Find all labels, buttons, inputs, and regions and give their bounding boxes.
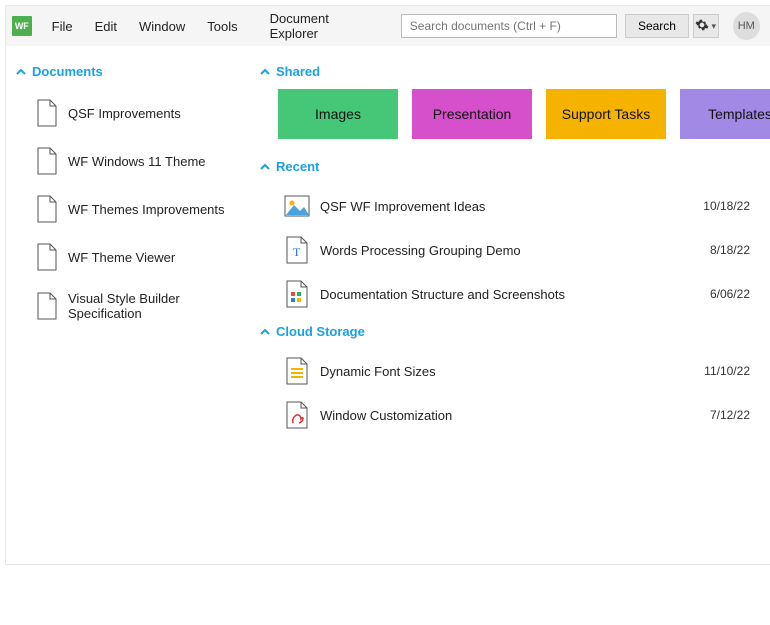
recent-item-name: Words Processing Grouping Demo xyxy=(320,243,700,258)
sidebar-item[interactable]: WF Windows 11 Theme xyxy=(16,137,252,185)
sidebar-item[interactable]: QSF Improvements xyxy=(16,89,252,137)
menubar: WF File Edit Window Tools Document Explo… xyxy=(6,6,770,46)
sidebar-item-label: WF Windows 11 Theme xyxy=(68,154,206,169)
text-file-icon: T xyxy=(284,236,310,264)
cloud-item-date: 11/10/22 xyxy=(704,364,750,378)
sidebar-item-label: Visual Style Builder Specification xyxy=(68,291,246,321)
document-icon xyxy=(36,292,58,320)
section-header-label: Recent xyxy=(276,159,319,174)
sidebar-item-label: QSF Improvements xyxy=(68,106,181,121)
tile-presentation[interactable]: Presentation xyxy=(412,89,532,139)
recent-item-date: 10/18/22 xyxy=(703,199,750,213)
recent-item-name: QSF WF Improvement Ideas xyxy=(320,199,693,214)
main-content: Shared Images Presentation Support Tasks… xyxy=(256,46,770,564)
app-logo: WF xyxy=(12,16,32,36)
document-icon xyxy=(36,195,58,223)
recent-item[interactable]: Documentation Structure and Screenshots … xyxy=(260,272,770,316)
sidebar-header-label: Documents xyxy=(32,64,103,79)
cloud-item[interactable]: Window Customization 7/12/22 xyxy=(260,393,770,437)
chevron-up-icon xyxy=(260,327,270,337)
sidebar: Documents QSF Improvements WF Windows 11… xyxy=(6,46,256,564)
cloud-item-name: Dynamic Font Sizes xyxy=(320,364,694,379)
recent-item[interactable]: T Words Processing Grouping Demo 8/18/22 xyxy=(260,228,770,272)
svg-text:T: T xyxy=(293,245,301,259)
document-icon xyxy=(36,99,58,127)
app-window: WF File Edit Window Tools Document Explo… xyxy=(5,5,770,565)
menu-window[interactable]: Window xyxy=(129,13,195,40)
sidebar-item-label: WF Themes Improvements xyxy=(68,202,225,217)
recent-item-date: 6/06/22 xyxy=(710,287,750,301)
settings-button[interactable]: ▾ xyxy=(693,14,719,38)
grid-file-icon xyxy=(284,280,310,308)
image-file-icon xyxy=(284,192,310,220)
cloud-item-date: 7/12/22 xyxy=(710,408,750,422)
tile-templates[interactable]: Templates xyxy=(680,89,770,139)
sidebar-item[interactable]: WF Themes Improvements xyxy=(16,185,252,233)
search-button[interactable]: Search xyxy=(625,14,689,38)
chevron-up-icon xyxy=(260,67,270,77)
page-title: Document Explorer xyxy=(260,5,389,47)
section-header-label: Cloud Storage xyxy=(276,324,365,339)
sidebar-item[interactable]: WF Theme Viewer xyxy=(16,233,252,281)
gear-icon xyxy=(695,18,709,35)
section-header-cloud[interactable]: Cloud Storage xyxy=(260,324,770,339)
menu-edit[interactable]: Edit xyxy=(85,13,127,40)
menu-file[interactable]: File xyxy=(42,13,83,40)
chevron-up-icon xyxy=(260,162,270,172)
section-header-label: Shared xyxy=(276,64,320,79)
section-header-shared[interactable]: Shared xyxy=(260,64,770,79)
cloud-item[interactable]: Dynamic Font Sizes 11/10/22 xyxy=(260,349,770,393)
cloud-item-name: Window Customization xyxy=(320,408,700,423)
search-input[interactable] xyxy=(401,14,617,38)
recent-item-date: 8/18/22 xyxy=(710,243,750,257)
section-header-recent[interactable]: Recent xyxy=(260,159,770,174)
lines-file-icon xyxy=(284,357,310,385)
tile-images[interactable]: Images xyxy=(278,89,398,139)
chevron-up-icon xyxy=(16,67,26,77)
sidebar-header-documents[interactable]: Documents xyxy=(16,64,252,79)
pdf-file-icon xyxy=(284,401,310,429)
document-icon xyxy=(36,243,58,271)
menu-tools[interactable]: Tools xyxy=(197,13,247,40)
sidebar-item-label: WF Theme Viewer xyxy=(68,250,175,265)
recent-item[interactable]: QSF WF Improvement Ideas 10/18/22 xyxy=(260,184,770,228)
sidebar-item[interactable]: Visual Style Builder Specification xyxy=(16,281,252,331)
chevron-down-icon: ▾ xyxy=(711,21,716,32)
tile-support-tasks[interactable]: Support Tasks xyxy=(546,89,666,139)
avatar[interactable]: HM xyxy=(733,12,760,40)
shared-tiles: Images Presentation Support Tasks Templa… xyxy=(278,89,770,139)
document-icon xyxy=(36,147,58,175)
recent-item-name: Documentation Structure and Screenshots xyxy=(320,287,700,302)
